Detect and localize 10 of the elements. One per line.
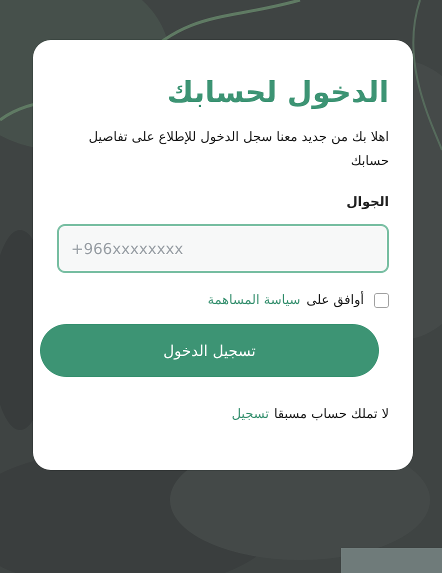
agree-checkbox[interactable]: [374, 293, 389, 308]
intro-text: اهلا بك من جديد معنا سجل الدخول للإطلاع على تفاصيل حسابك: [88, 129, 389, 171]
signup-link[interactable]: تسجيل: [232, 407, 269, 422]
phone-field[interactable]: +966xxxxxxxx: [57, 224, 389, 273]
login-button[interactable]: تسجيل الدخول: [40, 324, 379, 377]
policy-link[interactable]: سياسة المساهمة: [208, 293, 300, 308]
agree-label: أوافق على: [306, 293, 364, 308]
signup-prompt: لا تملك حساب مسبقا: [274, 407, 389, 422]
page-title: الدخول لحسابك: [166, 74, 389, 112]
field-label: الجوال: [345, 194, 389, 212]
